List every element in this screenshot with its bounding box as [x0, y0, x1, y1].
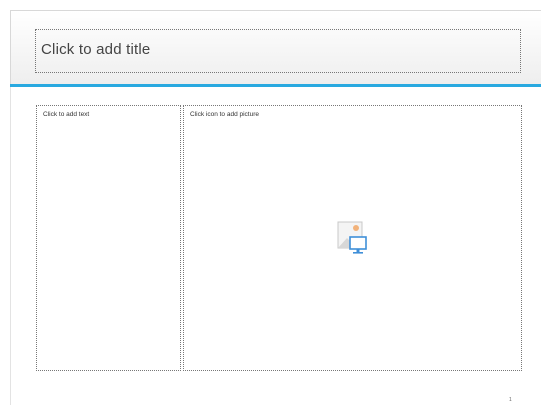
title-placeholder-text: Click to add title — [41, 41, 151, 58]
slide-canvas: Click to add title Click to add text Cli… — [0, 0, 541, 405]
picture-placeholder-label: Click icon to add picture — [190, 111, 260, 118]
text-placeholder-label: Click to add text — [43, 111, 90, 118]
text-placeholder[interactable]: Click to add text — [36, 105, 181, 371]
insert-picture-icon[interactable] — [334, 218, 374, 258]
slide-left-edge — [10, 87, 11, 405]
title-placeholder[interactable]: Click to add title — [35, 29, 521, 73]
picture-placeholder[interactable]: Click icon to add picture — [183, 105, 522, 371]
slide-number: 1 — [509, 397, 512, 403]
accent-line — [10, 84, 541, 87]
